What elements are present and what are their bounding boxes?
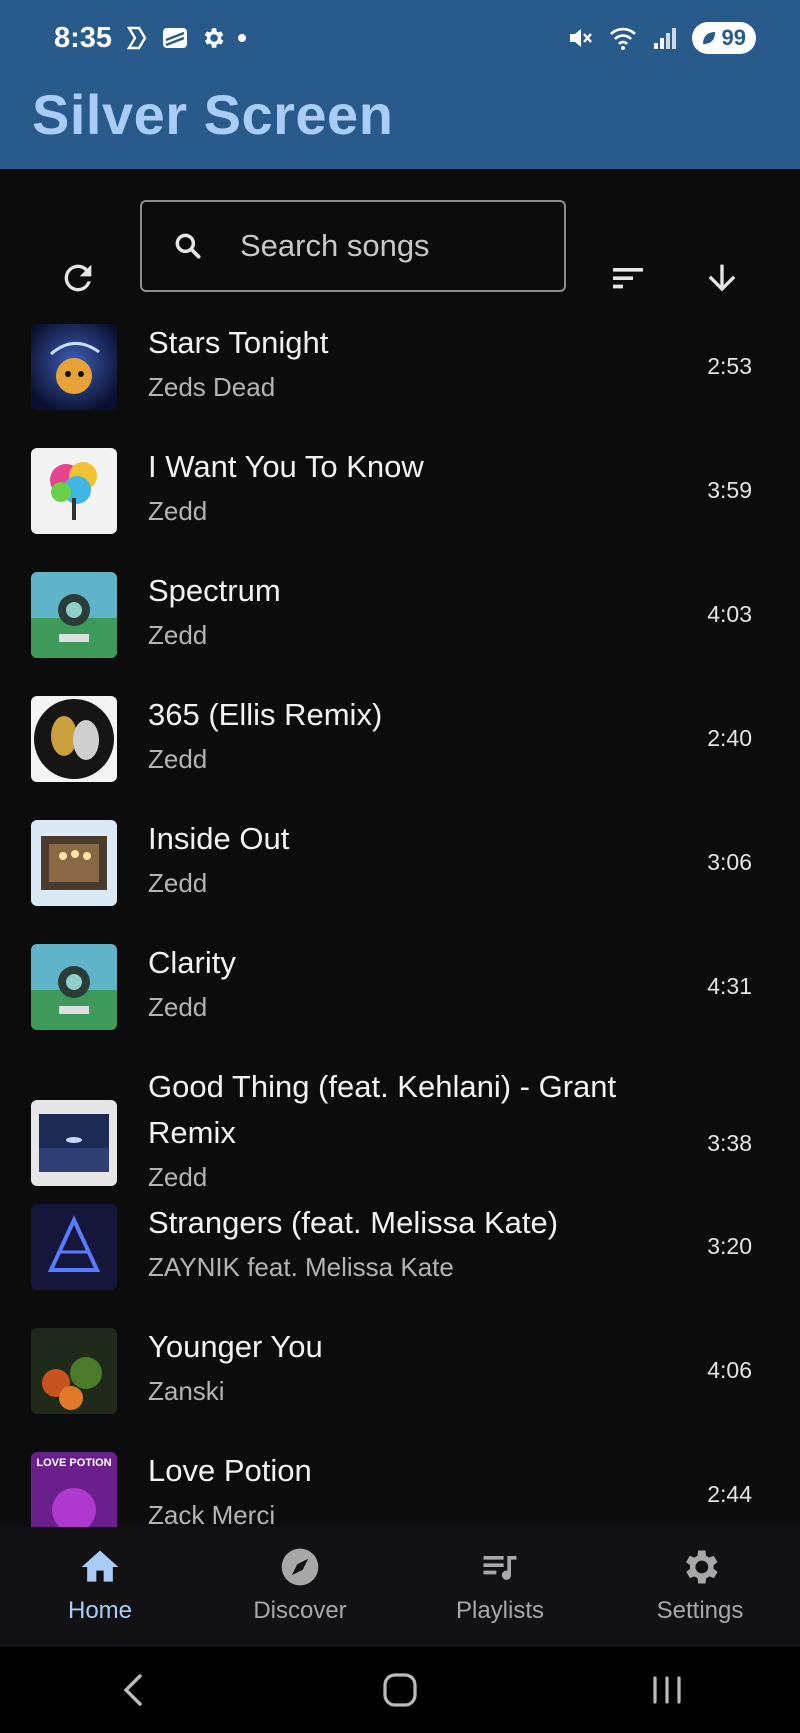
battery-level: 99 [721, 25, 746, 50]
compass-icon [281, 1548, 319, 1586]
album-art [31, 696, 117, 782]
song-artist: Zanski [148, 1376, 225, 1406]
song-title: Spectrum [148, 573, 281, 608]
song-title: Good Thing (feat. Kehlani) - Grant Remix [148, 1069, 617, 1150]
sort-button[interactable] [596, 246, 660, 310]
song-duration: 3:38 [707, 1130, 752, 1156]
album-art-text: LOVE POTION [36, 1457, 111, 1469]
bottom-navigation: Home Discover Playlists Settings [0, 1527, 800, 1647]
nav-home[interactable]: Home [0, 1527, 200, 1647]
status-system-icons: 99 [566, 22, 756, 54]
stack-notification-icon [163, 28, 187, 48]
mute-icon [569, 29, 592, 47]
arrow-down-icon [708, 264, 736, 292]
system-recents-button[interactable] [627, 1660, 707, 1720]
song-artist: Zedd [148, 744, 208, 774]
song-row[interactable]: Stars Tonight Zeds Dead 2:53 [0, 320, 800, 444]
signal-icon [653, 28, 676, 49]
song-list[interactable]: Stars Tonight Zeds Dead 2:53 I Want You … [0, 320, 800, 1527]
song-artist: Zedd [148, 868, 208, 898]
song-artist: Zedd [148, 992, 208, 1022]
song-title: Younger You [148, 1329, 323, 1364]
song-row[interactable]: 365 (Ellis Remix) Zedd 2:40 [0, 692, 800, 816]
refresh-icon [64, 264, 92, 292]
song-row[interactable]: Clarity Zedd 4:31 [0, 940, 800, 1064]
song-title: Inside Out [148, 821, 290, 856]
song-duration: 4:03 [707, 601, 752, 627]
song-row[interactable]: Spectrum Zedd 4:03 [0, 568, 800, 692]
dot-indicator-icon [238, 34, 246, 42]
song-duration: 2:53 [707, 353, 752, 379]
app-title: Silver Screen [32, 83, 394, 146]
album-art [31, 1328, 117, 1414]
search-icon [175, 233, 201, 259]
song-artist: Zack Merci [148, 1500, 276, 1527]
album-art [31, 448, 117, 534]
song-row[interactable]: LOVE POTION Love Potion Zack Merci 2:44 [0, 1448, 800, 1527]
nav-label: Discover [253, 1597, 347, 1624]
back-icon [123, 1674, 143, 1706]
song-title: I Want You To Know [148, 449, 424, 484]
status-notification-icons [124, 24, 248, 52]
song-duration: 4:06 [707, 1357, 752, 1383]
refresh-button[interactable] [46, 246, 110, 310]
sort-direction-button[interactable] [690, 246, 754, 310]
album-art [31, 1204, 117, 1290]
song-row[interactable]: Strangers (feat. Melissa Kate) ZAYNIK fe… [0, 1200, 800, 1324]
system-home-button[interactable] [360, 1660, 440, 1720]
song-artist: Zedd [148, 496, 208, 526]
home-circle-icon [383, 1673, 417, 1707]
sort-icon [613, 268, 643, 289]
system-navigation-bar [0, 1647, 800, 1733]
song-row[interactable]: Inside Out Zedd 3:06 [0, 816, 800, 940]
battery-saver-icon [702, 32, 715, 44]
nav-label: Home [67, 1597, 133, 1624]
song-artist: Zeds Dead [148, 372, 276, 402]
nav-playlists[interactable]: Playlists [400, 1527, 600, 1647]
album-art [31, 324, 117, 410]
song-row[interactable]: I Want You To Know Zedd 3:59 [0, 444, 800, 568]
nav-label: Playlists [455, 1597, 545, 1624]
album-art [31, 572, 117, 658]
song-title: Clarity [148, 945, 236, 980]
song-duration: 2:40 [707, 725, 752, 751]
song-title: Stars Tonight [148, 325, 329, 360]
battery-indicator: 99 [691, 22, 756, 54]
song-title: Strangers (feat. Melissa Kate) [148, 1205, 559, 1240]
search-input[interactable] [240, 228, 560, 264]
song-artist: ZAYNIK feat. Melissa Kate [148, 1252, 454, 1282]
toolbar [0, 170, 800, 320]
nav-discover[interactable]: Discover [200, 1527, 400, 1647]
song-duration: 4:31 [707, 973, 752, 999]
app-notification-icon [126, 26, 147, 50]
gear-icon [686, 1550, 718, 1584]
album-art [31, 1100, 117, 1186]
wifi-icon [609, 27, 636, 50]
song-duration: 3:59 [707, 477, 752, 503]
album-art: LOVE POTION [31, 1452, 117, 1527]
gear-notification-icon [204, 28, 224, 48]
song-duration: 2:44 [707, 1481, 752, 1507]
status-time: 8:35 [54, 22, 113, 54]
recents-icon [653, 1676, 681, 1704]
search-field[interactable] [140, 200, 566, 292]
nav-label: Settings [656, 1597, 744, 1624]
song-duration: 3:06 [707, 849, 752, 875]
song-duration: 3:20 [707, 1233, 752, 1259]
song-title: Love Potion [148, 1453, 312, 1488]
song-title: 365 (Ellis Remix) [148, 697, 383, 732]
playlist-icon [483, 1556, 517, 1580]
nav-settings[interactable]: Settings [600, 1527, 800, 1647]
app-header: 8:35 99 Silver Screen [0, 0, 800, 169]
system-back-button[interactable] [93, 1660, 173, 1720]
album-art [31, 944, 117, 1030]
song-artist: Zedd [148, 1162, 208, 1192]
album-art [31, 820, 117, 906]
song-artist: Zedd [148, 620, 208, 650]
song-row[interactable]: Younger You Zanski 4:06 [0, 1324, 800, 1448]
song-row[interactable]: Good Thing (feat. Kehlani) - Grant Remix… [0, 1064, 800, 1200]
home-icon [81, 1550, 119, 1582]
